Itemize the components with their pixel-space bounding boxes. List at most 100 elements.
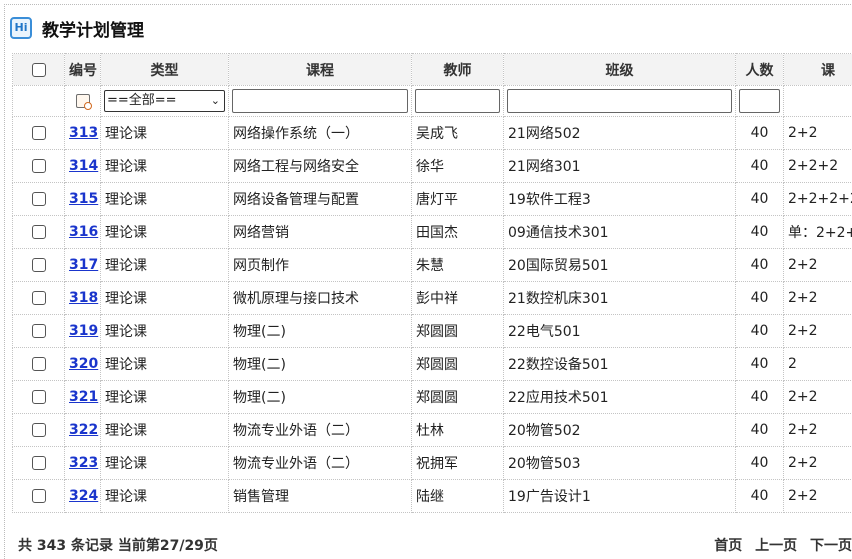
row-select-cell[interactable] — [13, 447, 65, 480]
row-checkbox[interactable] — [32, 423, 46, 437]
filter-count-cell — [736, 86, 784, 117]
row-checkbox[interactable] — [32, 456, 46, 470]
row-id-link[interactable]: 322 — [69, 422, 98, 438]
row-checkbox[interactable] — [32, 357, 46, 371]
row-course: 网络工程与网络安全 — [229, 150, 412, 183]
row-course: 网络设备管理与配置 — [229, 183, 412, 216]
row-checkbox[interactable] — [32, 258, 46, 272]
filter-clear-cell[interactable] — [65, 86, 101, 117]
col-header-class[interactable]: 班级 — [504, 54, 736, 86]
table-row[interactable]: 322理论课物流专业外语（二）杜林20物管502402+2 — [13, 414, 852, 447]
row-course: 网络营销 — [229, 216, 412, 249]
row-checkbox[interactable] — [32, 390, 46, 404]
first-page-link[interactable]: 首页 — [714, 538, 742, 554]
prev-page-link[interactable]: 上一页 — [755, 538, 797, 554]
table-row[interactable]: 314理论课网络工程与网络安全徐华21网络301402+2+2 — [13, 150, 852, 183]
row-type: 理论课 — [101, 447, 229, 480]
chevron-down-icon: ⌄ — [211, 91, 220, 111]
course-filter-input[interactable] — [232, 89, 408, 113]
row-id-link[interactable]: 314 — [69, 158, 98, 174]
row-select-cell[interactable] — [13, 315, 65, 348]
table-row[interactable]: 313理论课网络操作系统（一）吴成飞21网络502402+2 — [13, 117, 852, 150]
row-count: 40 — [736, 117, 784, 150]
row-checkbox[interactable] — [32, 225, 46, 239]
row-id-link[interactable]: 316 — [69, 224, 98, 240]
row-course: 销售管理 — [229, 480, 412, 513]
table-row[interactable]: 316理论课网络营销田国杰09通信技术30140单：2+2+2 — [13, 216, 852, 249]
table-row[interactable]: 319理论课物理(二)郑圆圆22电气501402+2 — [13, 315, 852, 348]
row-id-link[interactable]: 324 — [69, 488, 98, 504]
select-all-cell[interactable] — [13, 54, 65, 86]
row-id-cell: 319 — [65, 315, 101, 348]
row-id-link[interactable]: 323 — [69, 455, 98, 471]
row-type: 理论课 — [101, 216, 229, 249]
row-select-cell[interactable] — [13, 249, 65, 282]
table-row[interactable]: 324理论课销售管理陆继19广告设计1402+2 — [13, 480, 852, 513]
table-row[interactable]: 318理论课微机原理与接口技术彭中祥21数控机床301402+2 — [13, 282, 852, 315]
row-id-link[interactable]: 318 — [69, 290, 98, 306]
row-teacher: 彭中祥 — [412, 282, 504, 315]
row-course: 微机原理与接口技术 — [229, 282, 412, 315]
class-filter-input[interactable] — [507, 89, 732, 113]
row-select-cell[interactable] — [13, 282, 65, 315]
row-select-cell[interactable] — [13, 414, 65, 447]
row-course: 网络操作系统（一） — [229, 117, 412, 150]
filter-clear-icon[interactable] — [76, 94, 90, 108]
row-id-link[interactable]: 315 — [69, 191, 98, 207]
record-summary: 共 343 条记录 当前第27/29页 — [18, 535, 218, 555]
row-count: 40 — [736, 216, 784, 249]
row-teacher: 郑圆圆 — [412, 348, 504, 381]
filter-schedule-cell — [784, 86, 852, 117]
row-id-link[interactable]: 317 — [69, 257, 98, 273]
type-filter-value: ==全部== — [107, 93, 177, 108]
row-id-link[interactable]: 319 — [69, 323, 98, 339]
row-count: 40 — [736, 414, 784, 447]
row-select-cell[interactable] — [13, 348, 65, 381]
row-type: 理论课 — [101, 249, 229, 282]
row-id-cell: 322 — [65, 414, 101, 447]
row-count: 40 — [736, 183, 784, 216]
row-select-cell[interactable] — [13, 183, 65, 216]
table-row[interactable]: 323理论课物流专业外语（二）祝拥军20物管503402+2 — [13, 447, 852, 480]
row-id-link[interactable]: 320 — [69, 356, 98, 372]
row-select-cell[interactable] — [13, 117, 65, 150]
row-schedule: 2+2+2 — [784, 150, 852, 183]
row-checkbox[interactable] — [32, 489, 46, 503]
row-select-cell[interactable] — [13, 216, 65, 249]
row-checkbox[interactable] — [32, 324, 46, 338]
table-row[interactable]: 317理论课网页制作朱慧20国际贸易501402+2 — [13, 249, 852, 282]
row-select-cell[interactable] — [13, 480, 65, 513]
row-checkbox[interactable] — [32, 126, 46, 140]
row-schedule: 2 — [784, 348, 852, 381]
table-row[interactable]: 321理论课物理(二)郑圆圆22应用技术501402+2 — [13, 381, 852, 414]
row-class: 20物管502 — [504, 414, 736, 447]
col-header-course[interactable]: 课程 — [229, 54, 412, 86]
row-type: 理论课 — [101, 348, 229, 381]
col-header-schedule[interactable]: 课 — [784, 54, 852, 86]
next-page-link[interactable]: 下一页 — [810, 538, 852, 554]
col-header-id[interactable]: 编号 — [65, 54, 101, 86]
row-select-cell[interactable] — [13, 150, 65, 183]
col-header-count[interactable]: 人数 — [736, 54, 784, 86]
teacher-filter-input[interactable] — [415, 89, 500, 113]
filter-row: ==全部== ⌄ — [13, 86, 852, 117]
select-all-checkbox[interactable] — [32, 63, 46, 77]
row-checkbox[interactable] — [32, 291, 46, 305]
col-header-teacher[interactable]: 教师 — [412, 54, 504, 86]
row-type: 理论课 — [101, 414, 229, 447]
col-header-type[interactable]: 类型 — [101, 54, 229, 86]
count-filter-input[interactable] — [739, 89, 780, 113]
row-type: 理论课 — [101, 150, 229, 183]
row-checkbox[interactable] — [32, 159, 46, 173]
row-id-link[interactable]: 321 — [69, 389, 98, 405]
row-id-link[interactable]: 313 — [69, 125, 98, 141]
row-class: 20物管503 — [504, 447, 736, 480]
type-filter-select[interactable]: ==全部== ⌄ — [104, 90, 225, 112]
table-row[interactable]: 315理论课网络设备管理与配置唐灯平19软件工程3402+2+2+2 — [13, 183, 852, 216]
table-row[interactable]: 320理论课物理(二)郑圆圆22数控设备501402 — [13, 348, 852, 381]
row-count: 40 — [736, 249, 784, 282]
row-id-cell: 321 — [65, 381, 101, 414]
row-select-cell[interactable] — [13, 381, 65, 414]
row-count: 40 — [736, 150, 784, 183]
row-checkbox[interactable] — [32, 192, 46, 206]
